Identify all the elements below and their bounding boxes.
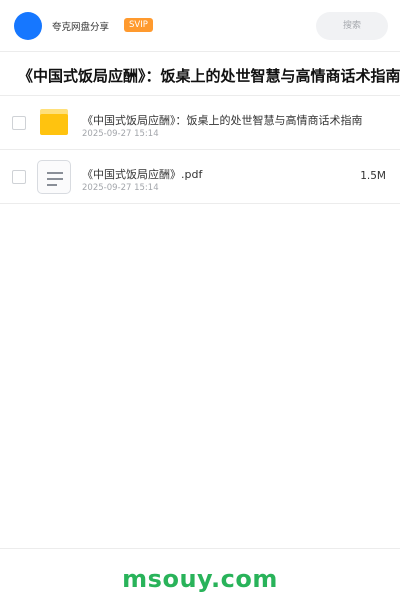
app-name: 夸克网盘分享 bbox=[52, 22, 110, 33]
list-item[interactable]: 《中国式饭局应酬》：饭桌上的处世智慧与高情商话术指南 2025-09-27 15… bbox=[0, 96, 400, 150]
file-date: 2025-09-27 15:14 bbox=[82, 183, 159, 193]
title-bar: 《中国式饭局应酬》：饭桌上的处世智慧与高情商话术指南 bbox=[0, 52, 400, 96]
file-date: 2025-09-27 15:14 bbox=[82, 129, 159, 139]
checkbox[interactable] bbox=[12, 170, 26, 184]
header: 夸克网盘分享 SVIP 搜索 bbox=[0, 0, 400, 52]
svip-badge: SVIP bbox=[124, 18, 153, 32]
avatar[interactable] bbox=[14, 12, 42, 40]
page-title: 《中国式饭局应酬》：饭桌上的处世智慧与高情商话术指南 bbox=[18, 67, 400, 85]
watermark-text: msouy.com bbox=[122, 565, 278, 593]
file-size: 1.5M bbox=[360, 170, 386, 182]
file-name[interactable]: 《中国式饭局应酬》：饭桌上的处世智慧与高情商话术指南 bbox=[82, 112, 363, 128]
document-icon bbox=[37, 160, 71, 194]
file-list: 《中国式饭局应酬》：饭桌上的处世智慧与高情商话术指南 2025-09-27 15… bbox=[0, 96, 400, 204]
list-item[interactable]: 《中国式饭局应酬》.pdf 2025-09-27 15:14 1.5M bbox=[0, 150, 400, 204]
footer: msouy.com bbox=[0, 548, 400, 600]
checkbox[interactable] bbox=[12, 116, 26, 130]
file-name[interactable]: 《中国式饭局应酬》.pdf bbox=[82, 166, 202, 182]
folder-icon bbox=[40, 109, 68, 135]
search-input[interactable]: 搜索 bbox=[316, 12, 388, 40]
